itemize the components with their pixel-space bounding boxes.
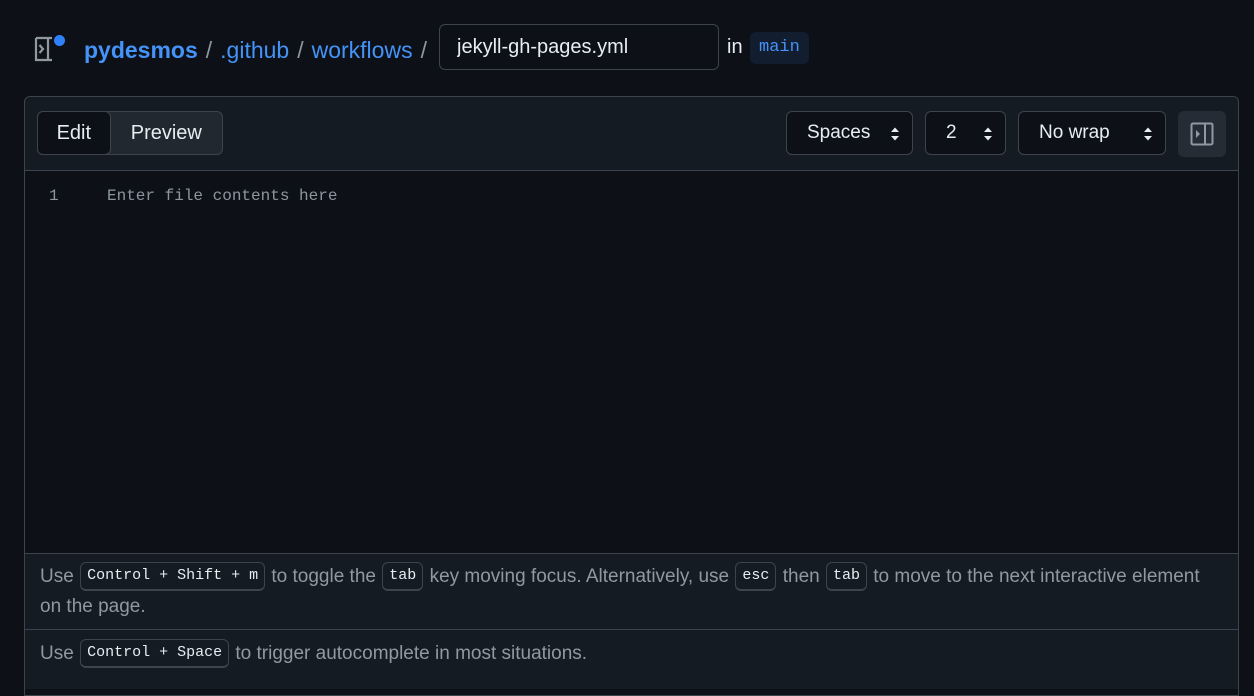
line-number: 1 xyxy=(49,187,59,205)
code-editor-area[interactable]: 1 Enter file contents here xyxy=(25,171,1238,553)
editor-placeholder: Enter file contents here xyxy=(107,187,338,205)
breadcrumb-separator: / xyxy=(205,36,213,63)
notification-dot xyxy=(53,34,66,47)
breadcrumb: pydesmos / .github / workflows / xyxy=(84,34,435,66)
indent-size-select[interactable]: 2 xyxy=(925,111,1006,155)
branch-prefix-label: in xyxy=(727,36,743,58)
help-text: Use xyxy=(40,643,74,664)
shortcut-key: tab xyxy=(825,562,867,592)
breadcrumb-github-folder-link[interactable]: .github xyxy=(220,37,289,64)
editor-toolbar: Edit Preview Spaces 2 No wrap xyxy=(25,97,1238,171)
breadcrumb-workflows-folder-link[interactable]: workflows xyxy=(312,37,413,64)
editor-header: pydesmos / .github / workflows / in main xyxy=(0,0,1254,96)
keyboard-help-focus: Use Control + Shift + m to toggle the ta… xyxy=(25,553,1238,629)
indent-size-value: 2 xyxy=(946,122,957,143)
help-text: to trigger autocomplete in most situatio… xyxy=(235,643,588,664)
help-text: key moving focus. Alternatively, use xyxy=(429,566,730,587)
breadcrumb-separator: / xyxy=(297,36,304,63)
indent-mode-value: Spaces xyxy=(807,122,871,143)
filename-input[interactable] xyxy=(439,24,719,70)
help-text: then xyxy=(782,566,820,587)
shortcut-key: Control + Shift + m xyxy=(80,562,266,592)
up-down-chevron-icon xyxy=(1144,127,1152,141)
breadcrumb-repo-link[interactable]: pydesmos xyxy=(84,37,198,64)
up-down-chevron-icon xyxy=(891,127,899,141)
breadcrumb-separator: / xyxy=(420,36,427,63)
branch-badge: main xyxy=(750,32,809,64)
indent-mode-select[interactable]: Spaces xyxy=(786,111,913,155)
wrap-mode-select[interactable]: No wrap xyxy=(1018,111,1166,155)
shortcut-key: esc xyxy=(735,562,777,592)
wrap-mode-value: No wrap xyxy=(1039,122,1110,143)
shortcut-key: tab xyxy=(382,562,424,592)
up-down-chevron-icon xyxy=(984,127,992,141)
tab-preview[interactable]: Preview xyxy=(111,112,222,154)
mode-tabs: Edit Preview xyxy=(37,111,223,155)
file-tree-toggle-button[interactable] xyxy=(34,34,66,64)
keyboard-help-autocomplete: Use Control + Space to trigger autocompl… xyxy=(25,629,1238,689)
help-text: to toggle the xyxy=(271,566,376,587)
help-text: Use xyxy=(40,566,74,587)
file-editor: Edit Preview Spaces 2 No wrap 1 Enter fi… xyxy=(24,96,1239,696)
shortcut-key: Control + Space xyxy=(80,639,230,669)
tab-edit[interactable]: Edit xyxy=(37,111,111,155)
split-panel-icon xyxy=(1190,122,1214,146)
split-panel-toggle-button[interactable] xyxy=(1178,111,1226,157)
